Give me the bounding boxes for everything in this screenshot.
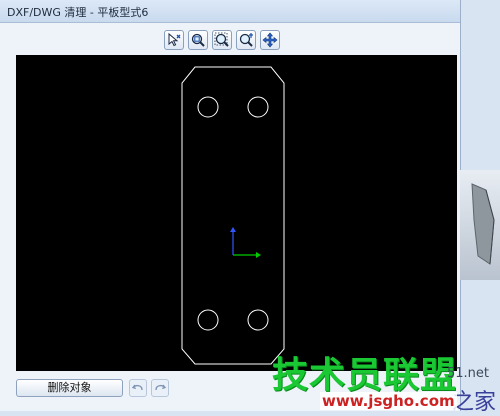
- watermark-domain-text: 51.net: [447, 366, 490, 381]
- delete-objects-button[interactable]: 删除对象: [16, 379, 123, 397]
- watermark-url-text: www.jsgho.com: [320, 392, 457, 410]
- zoom-area-button[interactable]: [212, 30, 232, 50]
- window-title: DXF/DWG 清理 - 平板型式6: [7, 6, 149, 19]
- hole-top-right: [247, 96, 269, 118]
- undo-button[interactable]: [129, 379, 147, 397]
- pan-button[interactable]: [260, 30, 280, 50]
- select-tool-button[interactable]: [164, 30, 184, 50]
- site-watermark: 技术员联盟 51.net 之家 www.jsgho.com: [272, 346, 500, 415]
- hole-bottom-left: [197, 309, 219, 331]
- drawing-viewport[interactable]: [16, 55, 457, 371]
- redo-button[interactable]: [151, 379, 169, 397]
- background-part-shape: [471, 183, 495, 265]
- origin-axes-icon: [230, 227, 261, 258]
- plate-outline: [181, 66, 285, 365]
- hole-top-left: [197, 96, 219, 118]
- watermark-main-text: 技术员联盟: [272, 355, 458, 396]
- hole-bottom-right: [247, 309, 269, 331]
- title-bar: DXF/DWG 清理 - 平板型式6: [0, 0, 460, 23]
- zoom-fit-button[interactable]: [188, 30, 208, 50]
- drawing-canvas: [181, 66, 285, 365]
- zoom-in-out-button[interactable]: [236, 30, 256, 50]
- watermark-suffix-text: 之家: [452, 390, 497, 415]
